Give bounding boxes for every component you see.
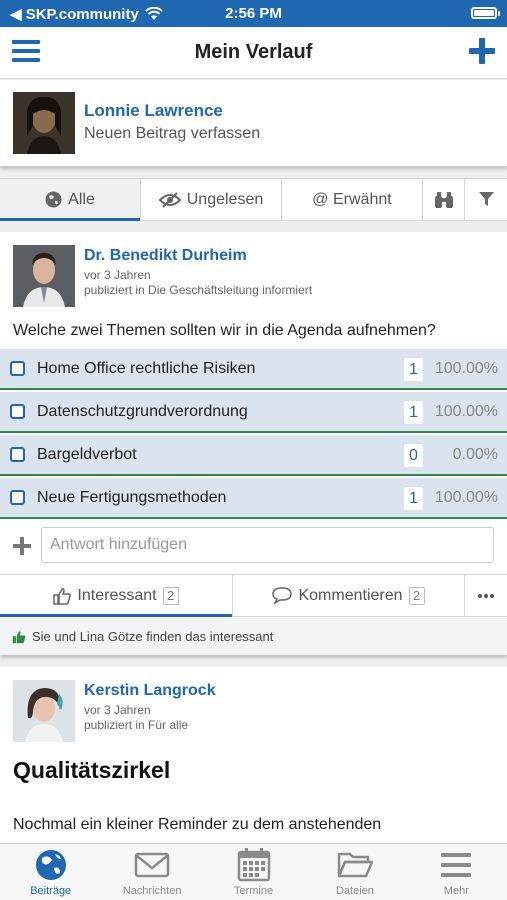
composer-prompt[interactable]: Neuen Beitrag verfassen bbox=[84, 125, 260, 143]
poll-checkbox[interactable] bbox=[10, 404, 25, 419]
text-post: Kerstin Langrock vor 3 Jahren publiziert… bbox=[0, 667, 507, 843]
poll-option-label: Home Office rechtliche Risiken bbox=[37, 360, 256, 377]
tab-posts[interactable]: Beiträge bbox=[0, 844, 101, 900]
post-time: vor 3 Jahren bbox=[84, 703, 151, 717]
envelope-icon bbox=[134, 852, 170, 878]
tab-unread-label: Ungelesen bbox=[186, 190, 264, 208]
poll-result-bar bbox=[0, 517, 507, 519]
folder-icon bbox=[337, 852, 373, 878]
tab-mentioned-label: @ Erwähnt bbox=[312, 190, 392, 208]
speech-bubble-icon bbox=[272, 587, 293, 604]
post-actions: Interessant 2 Kommentieren 2 bbox=[0, 574, 507, 617]
globe-icon bbox=[35, 850, 66, 880]
poll-option[interactable]: Bargeldverbot 0 0.00% bbox=[0, 435, 507, 476]
more-options-button[interactable] bbox=[465, 575, 507, 616]
post-time: vor 3 Jahren bbox=[84, 268, 151, 282]
poll-checkbox[interactable] bbox=[10, 447, 25, 462]
post-body: Nochmal ein kleiner Reminder zu dem anst… bbox=[13, 816, 382, 833]
poll-checkbox[interactable] bbox=[10, 490, 25, 505]
binoculars-icon bbox=[434, 191, 453, 208]
thumbs-up-icon bbox=[53, 587, 72, 605]
poll-option[interactable]: Home Office rechtliche Risiken 1 100.00% bbox=[0, 349, 507, 390]
tab-posts-label: Beiträge bbox=[30, 885, 72, 897]
poll-option-count: 1 bbox=[404, 401, 423, 424]
user-avatar bbox=[13, 92, 75, 154]
comment-count: 2 bbox=[408, 586, 425, 605]
search-tab[interactable] bbox=[423, 179, 465, 220]
poll-result-bar bbox=[0, 388, 507, 390]
tab-appointments-label: Termine bbox=[233, 885, 274, 897]
poll-option-label: Bargeldverbot bbox=[37, 446, 137, 463]
post-composer[interactable]: Lonnie Lawrence Neuen Beitrag verfassen bbox=[0, 80, 507, 166]
post-author[interactable]: Dr. Benedikt Durheim bbox=[84, 247, 247, 265]
composer-user-name[interactable]: Lonnie Lawrence bbox=[84, 101, 223, 121]
status-bar: ◀ SKP.community 2:56 PM bbox=[0, 0, 507, 27]
bottom-tab-bar: Beiträge Nachrichten Termine Dateien Meh… bbox=[0, 843, 507, 900]
poll-option-label: Datenschutzgrundverordnung bbox=[37, 403, 248, 420]
poll-post: Dr. Benedikt Durheim vor 3 Jahren publiz… bbox=[0, 232, 507, 655]
post-headline: Qualitätszirkel bbox=[13, 757, 171, 783]
comment-label: Kommentieren bbox=[298, 586, 403, 604]
page-title: Mein Verlauf bbox=[194, 41, 313, 63]
add-answer-row bbox=[0, 522, 507, 568]
nav-bar: Mein Verlauf bbox=[0, 27, 507, 79]
author-avatar bbox=[13, 680, 75, 742]
poll-option-percent: 100.00% bbox=[434, 489, 498, 506]
tab-all-label: Alle bbox=[68, 190, 95, 208]
filter-tab[interactable] bbox=[465, 179, 507, 220]
poll-option-count: 1 bbox=[404, 487, 423, 510]
ellipsis-icon bbox=[478, 593, 494, 598]
eye-slash-icon bbox=[158, 191, 181, 208]
poll-option-percent: 100.00% bbox=[434, 360, 498, 377]
interesting-label: Interessant bbox=[77, 586, 157, 604]
tab-files-label: Dateien bbox=[335, 885, 374, 897]
poll-option[interactable]: Neue Fertigungsmethoden 1 100.00% bbox=[0, 478, 507, 519]
tab-mentioned[interactable]: @ Erwähnt bbox=[282, 179, 423, 220]
comment-button[interactable]: Kommentieren 2 bbox=[233, 575, 465, 616]
poll-checkbox[interactable] bbox=[10, 361, 25, 376]
poll-option-percent: 100.00% bbox=[434, 403, 498, 420]
post-group[interactable]: publiziert in Die Geschäftsleitung infor… bbox=[84, 283, 312, 297]
answer-input[interactable] bbox=[41, 527, 494, 563]
poll-option-percent: 0.00% bbox=[452, 446, 498, 463]
tab-more-label: Mehr bbox=[443, 885, 469, 897]
interesting-count: 2 bbox=[162, 586, 179, 605]
tab-unread[interactable]: Ungelesen bbox=[141, 179, 282, 220]
battery-icon bbox=[471, 7, 500, 19]
poll-option-count: 1 bbox=[404, 358, 423, 381]
poll-option[interactable]: Datenschutzgrundverordnung 1 100.00% bbox=[0, 392, 507, 433]
calendar-icon bbox=[237, 848, 270, 882]
poll-result-bar bbox=[0, 474, 6, 476]
likes-text: Sie und Lina Götze finden das interessan… bbox=[32, 629, 274, 644]
poll-option-count: 0 bbox=[404, 444, 423, 467]
post-author[interactable]: Kerstin Langrock bbox=[84, 682, 216, 700]
new-post-plus-icon[interactable] bbox=[469, 38, 495, 64]
clock: 2:56 PM bbox=[225, 5, 282, 22]
tab-more[interactable]: Mehr bbox=[406, 844, 507, 900]
tab-all[interactable]: Alle bbox=[0, 179, 141, 221]
tab-messages-label: Nachrichten bbox=[122, 885, 182, 897]
interesting-button[interactable]: Interessant 2 bbox=[0, 575, 233, 617]
poll-question: Welche zwei Themen sollten wir in die Ag… bbox=[13, 322, 436, 339]
post-group[interactable]: publiziert in Für alle bbox=[84, 718, 188, 732]
tab-messages[interactable]: Nachrichten bbox=[101, 844, 202, 900]
globe-icon bbox=[45, 191, 62, 208]
tab-files[interactable]: Dateien bbox=[304, 844, 405, 900]
likes-summary[interactable]: Sie und Lina Götze finden das interessan… bbox=[0, 618, 507, 655]
thumbs-up-filled-icon bbox=[12, 630, 26, 643]
poll-result-bar bbox=[0, 431, 507, 433]
tab-appointments[interactable]: Termine bbox=[203, 844, 304, 900]
author-avatar bbox=[13, 245, 75, 307]
feed-filter-tabs: Alle Ungelesen @ Erwähnt bbox=[0, 178, 507, 221]
add-plus-icon[interactable] bbox=[13, 537, 31, 555]
menu-icon bbox=[441, 853, 472, 877]
funnel-icon bbox=[478, 192, 494, 206]
poll-option-label: Neue Fertigungsmethoden bbox=[37, 489, 227, 506]
